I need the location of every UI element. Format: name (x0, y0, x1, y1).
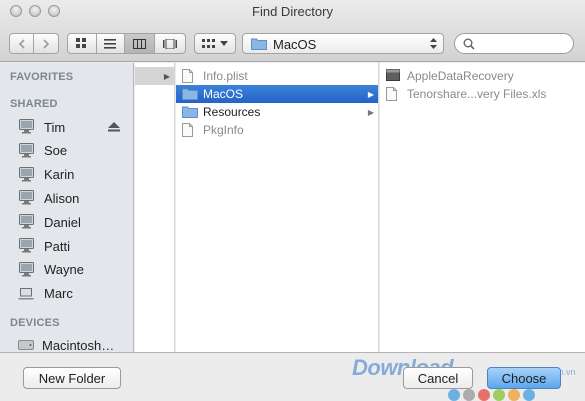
forward-button[interactable] (34, 34, 58, 53)
chevron-down-icon (220, 40, 228, 46)
list-view-button[interactable] (97, 34, 126, 53)
computer-icon (19, 214, 34, 229)
list-item[interactable]: AppleDataRecovery (380, 67, 585, 85)
browser-column-contents: Info.plist MacOS ▶ Resources ▶ PkgInfo (176, 63, 379, 352)
list-icon (104, 38, 117, 49)
columns-icon (132, 38, 146, 49)
arrange-icon (202, 38, 215, 48)
sidebar-item-label: Wayne (44, 262, 84, 278)
title-bar: Find Directory MacOS (0, 0, 585, 62)
disclosure-arrow-icon: ▶ (163, 71, 170, 81)
back-forward-control (9, 33, 59, 54)
sidebar-item-shared[interactable]: Alison (0, 187, 133, 209)
watermark-dots (448, 389, 535, 401)
list-item[interactable]: Tenorshare...very Files.xls (380, 85, 585, 103)
document-icon (386, 87, 397, 104)
coverflow-view-button[interactable] (155, 34, 185, 53)
parent-selected-row[interactable]: ▶ (135, 67, 174, 85)
sidebar-item-shared[interactable]: Marc (0, 283, 133, 305)
back-button[interactable] (10, 34, 35, 53)
browser-column-parent: ▶ (135, 63, 175, 352)
up-down-arrows-icon (430, 38, 437, 49)
item-label: Info.plist (203, 69, 248, 83)
location-label: MacOS (273, 37, 317, 52)
column-view-button[interactable] (125, 34, 155, 53)
sidebar-item-shared[interactable]: Karin (0, 164, 133, 186)
devices-header: DEVICES (10, 317, 60, 329)
sidebar-item-label: Karin (44, 167, 75, 183)
sidebar-item-shared[interactable]: Tim (0, 116, 133, 138)
view-mode-control (67, 33, 186, 54)
item-label: PkgInfo (203, 123, 244, 137)
search-icon (463, 38, 475, 50)
computer-icon (19, 261, 34, 277)
computer-icon (19, 238, 34, 253)
chevron-right-icon (43, 38, 50, 49)
list-item[interactable]: Info.plist (176, 67, 378, 85)
sidebar-item-label: Daniel (44, 214, 81, 230)
hard-drive-icon (18, 340, 34, 350)
sidebar: FAVORITES SHARED Tim Soe Karin Alison Daniel… (0, 63, 134, 352)
item-label: Resources (203, 105, 261, 119)
location-popup[interactable]: MacOS (242, 33, 444, 54)
computer-icon (19, 190, 34, 205)
chevron-left-icon (18, 38, 25, 49)
sidebar-item-label: Marc (44, 286, 73, 302)
browser-column-macos: AppleDataRecovery Tenorshare...very Files… (380, 63, 585, 352)
folder-icon (251, 38, 267, 50)
sidebar-item-shared[interactable]: Patti (0, 235, 133, 257)
arrange-menu-button[interactable] (194, 33, 236, 54)
list-item[interactable]: MacOS ▶ (176, 85, 378, 103)
sidebar-item-label: Macintosh… (42, 337, 115, 353)
grid-icon (76, 38, 87, 48)
button-bar: New Folder Download .com.vn Cancel Choos… (0, 352, 585, 401)
laptop-icon (18, 287, 34, 300)
cancel-button[interactable]: Cancel (403, 367, 473, 389)
favorites-header: FAVORITES (10, 71, 74, 83)
computer-icon (19, 142, 34, 158)
sidebar-item-label: Soe (44, 143, 68, 159)
eject-icon[interactable] (108, 121, 120, 135)
executable-icon (386, 69, 400, 84)
sidebar-item-label: Tim (44, 119, 66, 135)
window-title: Find Directory (252, 4, 333, 19)
sidebar-item-shared[interactable]: Daniel (0, 211, 133, 233)
list-item[interactable]: Resources ▶ (176, 103, 378, 121)
document-icon (182, 123, 193, 140)
computer-icon (19, 166, 34, 182)
document-icon (182, 69, 193, 86)
sidebar-item-label: Alison (44, 190, 80, 206)
sidebar-item-macintosh[interactable]: Macintosh… (0, 334, 133, 353)
sidebar-item-shared[interactable]: Wayne (0, 259, 133, 281)
folder-icon (182, 105, 198, 121)
disclosure-arrow-icon: ▶ (367, 89, 374, 99)
item-label: AppleDataRecovery (407, 69, 514, 83)
disclosure-arrow-icon: ▶ (367, 107, 374, 117)
list-item[interactable]: PkgInfo (176, 121, 378, 139)
computer-icon (19, 119, 34, 134)
shared-header: SHARED (10, 98, 58, 110)
folder-icon (182, 87, 198, 103)
sidebar-item-shared[interactable]: Soe (0, 140, 133, 162)
coverflow-icon (162, 38, 177, 49)
search-field[interactable] (454, 33, 574, 54)
sidebar-item-label: Patti (44, 238, 71, 254)
new-folder-button[interactable]: New Folder (23, 367, 121, 389)
icon-view-button[interactable] (68, 34, 97, 53)
item-label: MacOS (203, 87, 244, 101)
choose-button[interactable]: Choose (487, 367, 561, 389)
item-label: Tenorshare...very Files.xls (407, 87, 547, 101)
